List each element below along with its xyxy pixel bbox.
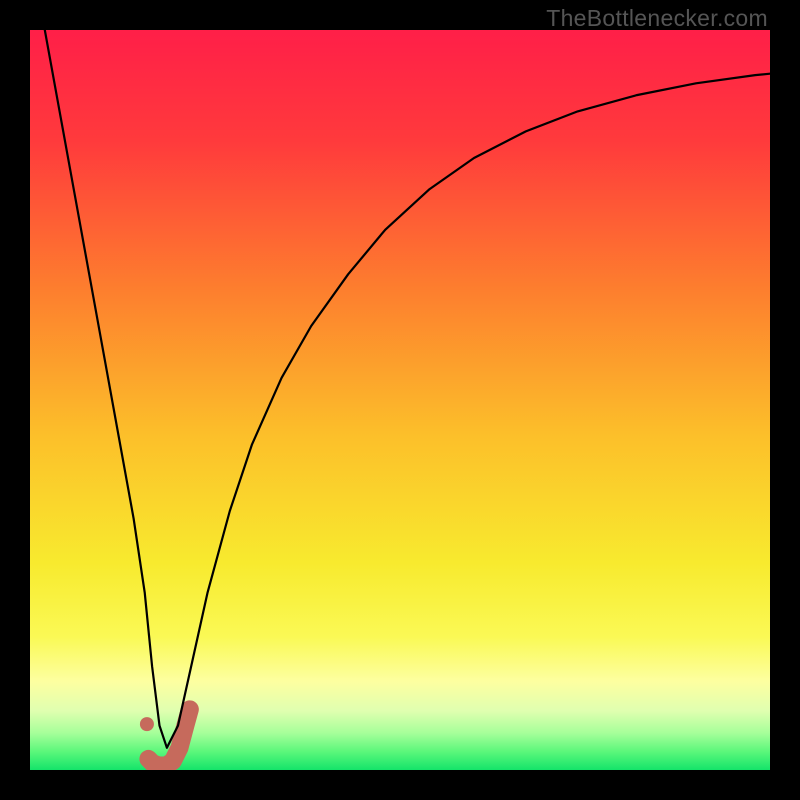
gradient-background: [30, 30, 770, 770]
chart-plot-area: [30, 30, 770, 770]
chart-svg: [30, 30, 770, 770]
watermark-text: TheBottleneсker.com: [546, 5, 768, 32]
chart-frame: TheBottleneсker.com: [0, 0, 800, 800]
optimal-region-dot: [140, 717, 154, 731]
